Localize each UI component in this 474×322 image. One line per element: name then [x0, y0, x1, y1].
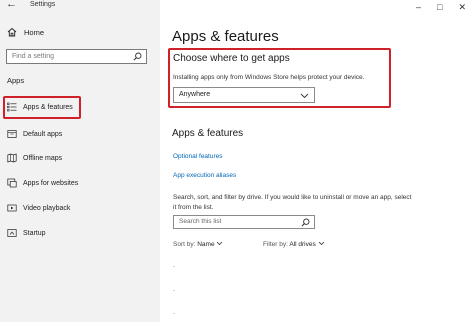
search-sort-description: Search, sort, and filter by drive. If yo… [173, 194, 412, 211]
find-setting-placeholder: Find a setting [12, 53, 55, 60]
sidebar-item-startup[interactable]: Startup [7, 227, 46, 239]
list-loading-dot [173, 266, 175, 267]
video-icon [7, 203, 17, 213]
filter-control[interactable]: Filter by: All drives [263, 241, 325, 248]
list-loading-dot [173, 290, 175, 291]
main-content: – □ ✕ Apps & features Choose where to ge… [160, 0, 474, 322]
close-icon[interactable]: ✕ [458, 2, 466, 13]
sidebar-item-apps-features[interactable]: Apps & features [7, 101, 73, 113]
filter-value: All drives [289, 241, 316, 248]
optional-features-link[interactable]: Optional features [173, 153, 223, 160]
sidebar: ← Settings Home Find a setting Apps Apps… [0, 0, 160, 322]
chevron-down-icon [318, 241, 324, 246]
maximize-icon[interactable]: □ [437, 2, 442, 13]
search-icon [301, 218, 310, 227]
choose-where-heading: Choose where to get apps [173, 53, 290, 64]
list-icon [7, 102, 17, 112]
chevron-down-icon [217, 241, 223, 246]
home-label: Home [24, 27, 45, 37]
home-icon [7, 27, 17, 37]
home-nav[interactable]: Home [7, 27, 44, 37]
dropdown-value: Anywhere [179, 91, 211, 98]
sort-label: Sort by: [173, 241, 196, 248]
search-icon [133, 52, 142, 61]
sidebar-item-offline-maps[interactable]: Offline maps [7, 152, 62, 164]
sidebar-item-default-apps[interactable]: Default apps [7, 128, 62, 140]
search-list-placeholder: Search this list [179, 218, 222, 225]
app-source-dropdown[interactable]: Anywhere [173, 87, 315, 103]
map-icon [7, 153, 17, 163]
sidebar-item-label: Startup [23, 229, 46, 237]
find-setting-input[interactable]: Find a setting [6, 49, 147, 64]
app-execution-aliases-link[interactable]: App execution aliases [173, 172, 236, 179]
chevron-down-icon [300, 93, 309, 99]
window-controls: – □ ✕ [416, 2, 466, 13]
search-list-input[interactable]: Search this list [173, 215, 315, 229]
sidebar-item-label: Video playback [23, 204, 71, 212]
page-title: Apps & features [172, 28, 279, 45]
choose-where-description: Installing apps only from Windows Store … [173, 74, 365, 81]
list-loading-dot [173, 313, 175, 314]
title-bar: ← Settings [0, 0, 160, 14]
sort-value: Name [197, 241, 215, 248]
sidebar-item-label: Default apps [23, 130, 63, 138]
sidebar-item-label: Apps for websites [23, 179, 79, 187]
default-apps-icon [7, 129, 17, 139]
sidebar-item-label: Offline maps [23, 154, 63, 162]
sidebar-item-label: Apps & features [23, 103, 73, 111]
window-title: Settings [30, 1, 56, 8]
back-arrow-icon[interactable]: ← [6, 0, 17, 10]
sidebar-item-video-playback[interactable]: Video playback [7, 202, 70, 214]
apps-for-websites-icon [7, 178, 17, 188]
section-apps: Apps [7, 76, 25, 85]
minimize-icon[interactable]: – [416, 2, 421, 13]
apps-features-heading: Apps & features [172, 128, 244, 139]
sidebar-item-apps-for-websites[interactable]: Apps for websites [7, 177, 78, 189]
filter-label: Filter by: [263, 241, 288, 248]
startup-icon [7, 228, 17, 238]
